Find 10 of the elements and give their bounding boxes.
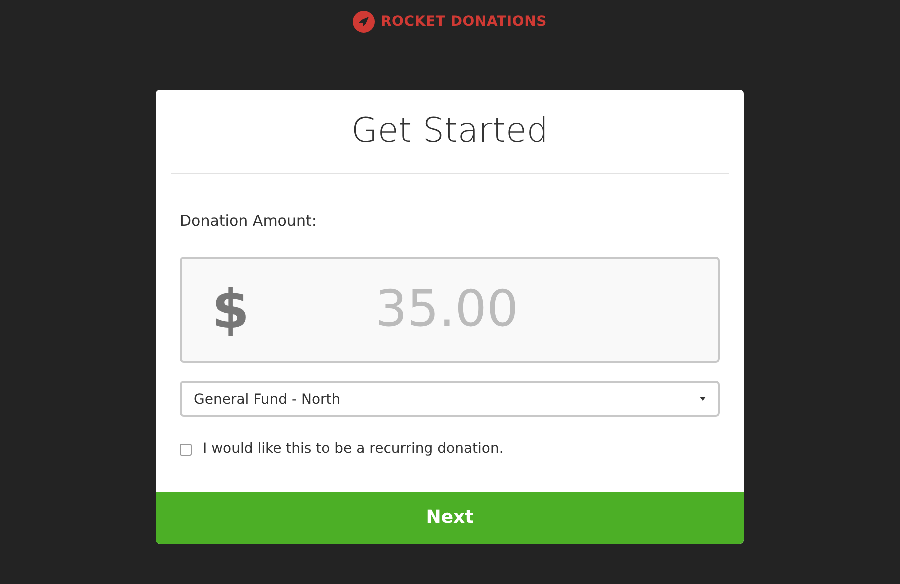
recurring-label: I would like this to be a recurring donation.: [203, 440, 504, 459]
rocket-logo-icon: [352, 11, 375, 33]
recurring-checkbox[interactable]: [180, 444, 192, 456]
caret-icon: [700, 396, 706, 400]
fund-select[interactable]: General Fund - North: [180, 380, 720, 416]
amount-input[interactable]: 35.00: [376, 272, 526, 347]
currency-symbol: $: [212, 277, 250, 343]
card-title: Get Started: [352, 110, 548, 153]
amount-label: Donation Amount:: [180, 211, 317, 232]
brand-name: ROCKET DONATIONS: [380, 12, 548, 32]
